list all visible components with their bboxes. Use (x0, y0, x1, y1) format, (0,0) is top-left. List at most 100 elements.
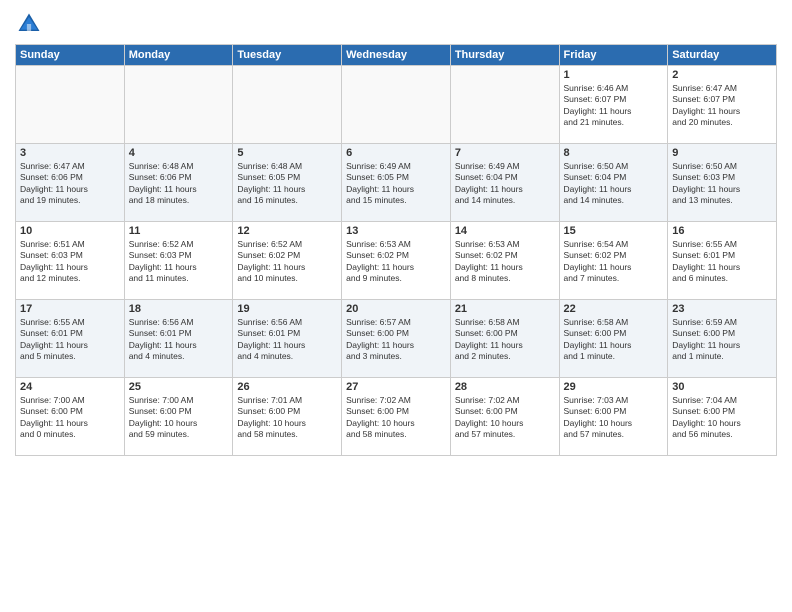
day-number: 14 (455, 225, 555, 237)
day-info: Sunrise: 7:01 AMSunset: 6:00 PMDaylight:… (237, 395, 337, 441)
day-number: 3 (20, 147, 120, 159)
day-number: 29 (564, 381, 664, 393)
calendar-day-cell: 30 Sunrise: 7:04 AMSunset: 6:00 PMDayligh… (668, 378, 777, 456)
calendar-day-cell (16, 66, 125, 144)
day-number: 23 (672, 303, 772, 315)
calendar-week-row: 17 Sunrise: 6:55 AMSunset: 6:01 PMDayligh… (16, 300, 777, 378)
calendar-day-cell: 7Sunrise: 6:49 AMSunset: 6:04 PMDaylight… (450, 144, 559, 222)
day-number: 18 (129, 303, 229, 315)
day-info: Sunrise: 6:49 AMSunset: 6:04 PMDaylight:… (455, 161, 555, 207)
day-number: 10 (20, 225, 120, 237)
day-info: Sunrise: 6:53 AMSunset: 6:02 PMDaylight:… (346, 239, 446, 285)
day-number: 25 (129, 381, 229, 393)
day-number: 20 (346, 303, 446, 315)
day-number: 2 (672, 69, 772, 81)
calendar-day-cell: 3 Sunrise: 6:47 AMSunset: 6:06 PMDaylight… (16, 144, 125, 222)
calendar-day-cell: 8 Sunrise: 6:50 AMSunset: 6:04 PMDaylight… (559, 144, 668, 222)
day-info: Sunrise: 6:54 AMSunset: 6:02 PMDaylight:… (564, 239, 664, 285)
day-info: Sunrise: 6:59 AMSunset: 6:00 PMDaylight:… (672, 317, 772, 363)
day-info: Sunrise: 7:03 AMSunset: 6:00 PMDaylight:… (564, 395, 664, 441)
day-info: Sunrise: 6:50 AMSunset: 6:04 PMDaylight:… (564, 161, 664, 207)
day-number: 11 (129, 225, 229, 237)
day-number: 22 (564, 303, 664, 315)
day-number: 5 (237, 147, 337, 159)
calendar-day-cell: 15 Sunrise: 6:54 AMSunset: 6:02 PMDayligh… (559, 222, 668, 300)
calendar-day-cell: 16 Sunrise: 6:55 AMSunset: 6:01 PMDayligh… (668, 222, 777, 300)
calendar-day-cell: 27 Sunrise: 7:02 AMSunset: 6:00 PMDayligh… (342, 378, 451, 456)
day-info: Sunrise: 6:52 AMSunset: 6:03 PMDaylight:… (129, 239, 229, 285)
day-number: 16 (672, 225, 772, 237)
day-number: 27 (346, 381, 446, 393)
day-info: Sunrise: 6:55 AMSunset: 6:01 PMDaylight:… (672, 239, 772, 285)
day-number: 26 (237, 381, 337, 393)
day-info: Sunrise: 6:58 AMSunset: 6:00 PMDaylight:… (564, 317, 664, 363)
day-number: 9 (672, 147, 772, 159)
weekday-header: Saturday (668, 45, 777, 66)
calendar-day-cell (233, 66, 342, 144)
calendar-day-cell: 4 Sunrise: 6:48 AMSunset: 6:06 PMDaylight… (124, 144, 233, 222)
day-number: 1 (564, 69, 664, 81)
calendar-day-cell: 5 Sunrise: 6:48 AMSunset: 6:05 PMDaylight… (233, 144, 342, 222)
calendar-day-cell: 23 Sunrise: 6:59 AMSunset: 6:00 PMDayligh… (668, 300, 777, 378)
day-info: Sunrise: 6:57 AMSunset: 6:00 PMDaylight:… (346, 317, 446, 363)
day-info: Sunrise: 6:50 AMSunset: 6:03 PMDaylight:… (672, 161, 772, 207)
calendar-day-cell: 19Sunrise: 6:56 AMSunset: 6:01 PMDayligh… (233, 300, 342, 378)
calendar-table: SundayMondayTuesdayWednesdayThursdayFrid… (15, 44, 777, 456)
day-number: 4 (129, 147, 229, 159)
day-info: Sunrise: 6:58 AMSunset: 6:00 PMDaylight:… (455, 317, 555, 363)
logo (15, 10, 47, 38)
day-info: Sunrise: 7:04 AMSunset: 6:00 PMDaylight:… (672, 395, 772, 441)
day-number: 17 (20, 303, 120, 315)
day-info: Sunrise: 6:56 AMSunset: 6:01 PMDaylight:… (129, 317, 229, 363)
weekday-header: Tuesday (233, 45, 342, 66)
calendar-day-cell: 26 Sunrise: 7:01 AMSunset: 6:00 PMDayligh… (233, 378, 342, 456)
day-number: 30 (672, 381, 772, 393)
calendar-week-row: 24Sunrise: 7:00 AMSunset: 6:00 PMDayligh… (16, 378, 777, 456)
day-info: Sunrise: 7:00 AMSunset: 6:00 PMDaylight:… (20, 395, 120, 441)
weekday-header: Sunday (16, 45, 125, 66)
calendar-day-cell: 6 Sunrise: 6:49 AMSunset: 6:05 PMDaylight… (342, 144, 451, 222)
day-info: Sunrise: 6:51 AMSunset: 6:03 PMDaylight:… (20, 239, 120, 285)
weekday-header: Wednesday (342, 45, 451, 66)
calendar-day-cell: 14 Sunrise: 6:53 AMSunset: 6:02 PMDayligh… (450, 222, 559, 300)
day-info: Sunrise: 6:48 AMSunset: 6:06 PMDaylight:… (129, 161, 229, 207)
day-number: 19 (237, 303, 337, 315)
day-info: Sunrise: 6:55 AMSunset: 6:01 PMDaylight:… (20, 317, 120, 363)
calendar-day-cell: 11 Sunrise: 6:52 AMSunset: 6:03 PMDayligh… (124, 222, 233, 300)
calendar-week-row: 1 Sunrise: 6:46 AMSunset: 6:07 PMDaylight… (16, 66, 777, 144)
day-info: Sunrise: 7:02 AMSunset: 6:00 PMDaylight:… (455, 395, 555, 441)
day-number: 12 (237, 225, 337, 237)
calendar-day-cell: 2 Sunrise: 6:47 AMSunset: 6:07 PMDaylight… (668, 66, 777, 144)
day-info: Sunrise: 7:00 AMSunset: 6:00 PMDaylight:… (129, 395, 229, 441)
day-info: Sunrise: 6:46 AMSunset: 6:07 PMDaylight:… (564, 83, 664, 129)
weekday-header: Thursday (450, 45, 559, 66)
day-number: 15 (564, 225, 664, 237)
calendar-day-cell: 22 Sunrise: 6:58 AMSunset: 6:00 PMDayligh… (559, 300, 668, 378)
day-number: 21 (455, 303, 555, 315)
header (15, 10, 777, 38)
day-info: Sunrise: 7:02 AMSunset: 6:00 PMDaylight:… (346, 395, 446, 441)
day-number: 6 (346, 147, 446, 159)
calendar-day-cell: 28Sunrise: 7:02 AMSunset: 6:00 PMDayligh… (450, 378, 559, 456)
calendar-day-cell (124, 66, 233, 144)
day-info: Sunrise: 6:49 AMSunset: 6:05 PMDaylight:… (346, 161, 446, 207)
day-number: 8 (564, 147, 664, 159)
calendar-day-cell (342, 66, 451, 144)
calendar-day-cell: 10 Sunrise: 6:51 AMSunset: 6:03 PMDayligh… (16, 222, 125, 300)
weekday-header-row: SundayMondayTuesdayWednesdayThursdayFrid… (16, 45, 777, 66)
calendar-week-row: 10 Sunrise: 6:51 AMSunset: 6:03 PMDayligh… (16, 222, 777, 300)
logo-icon (15, 10, 43, 38)
day-info: Sunrise: 6:47 AMSunset: 6:06 PMDaylight:… (20, 161, 120, 207)
calendar-day-cell: 13Sunrise: 6:53 AMSunset: 6:02 PMDayligh… (342, 222, 451, 300)
weekday-header: Friday (559, 45, 668, 66)
day-info: Sunrise: 6:48 AMSunset: 6:05 PMDaylight:… (237, 161, 337, 207)
day-info: Sunrise: 6:53 AMSunset: 6:02 PMDaylight:… (455, 239, 555, 285)
day-info: Sunrise: 6:47 AMSunset: 6:07 PMDaylight:… (672, 83, 772, 129)
calendar-day-cell: 25 Sunrise: 7:00 AMSunset: 6:00 PMDayligh… (124, 378, 233, 456)
calendar-day-cell: 29 Sunrise: 7:03 AMSunset: 6:00 PMDayligh… (559, 378, 668, 456)
calendar-day-cell: 20 Sunrise: 6:57 AMSunset: 6:00 PMDayligh… (342, 300, 451, 378)
calendar-day-cell: 21 Sunrise: 6:58 AMSunset: 6:00 PMDayligh… (450, 300, 559, 378)
calendar-day-cell: 18 Sunrise: 6:56 AMSunset: 6:01 PMDayligh… (124, 300, 233, 378)
calendar-day-cell: 1 Sunrise: 6:46 AMSunset: 6:07 PMDaylight… (559, 66, 668, 144)
calendar-day-cell: 17 Sunrise: 6:55 AMSunset: 6:01 PMDayligh… (16, 300, 125, 378)
